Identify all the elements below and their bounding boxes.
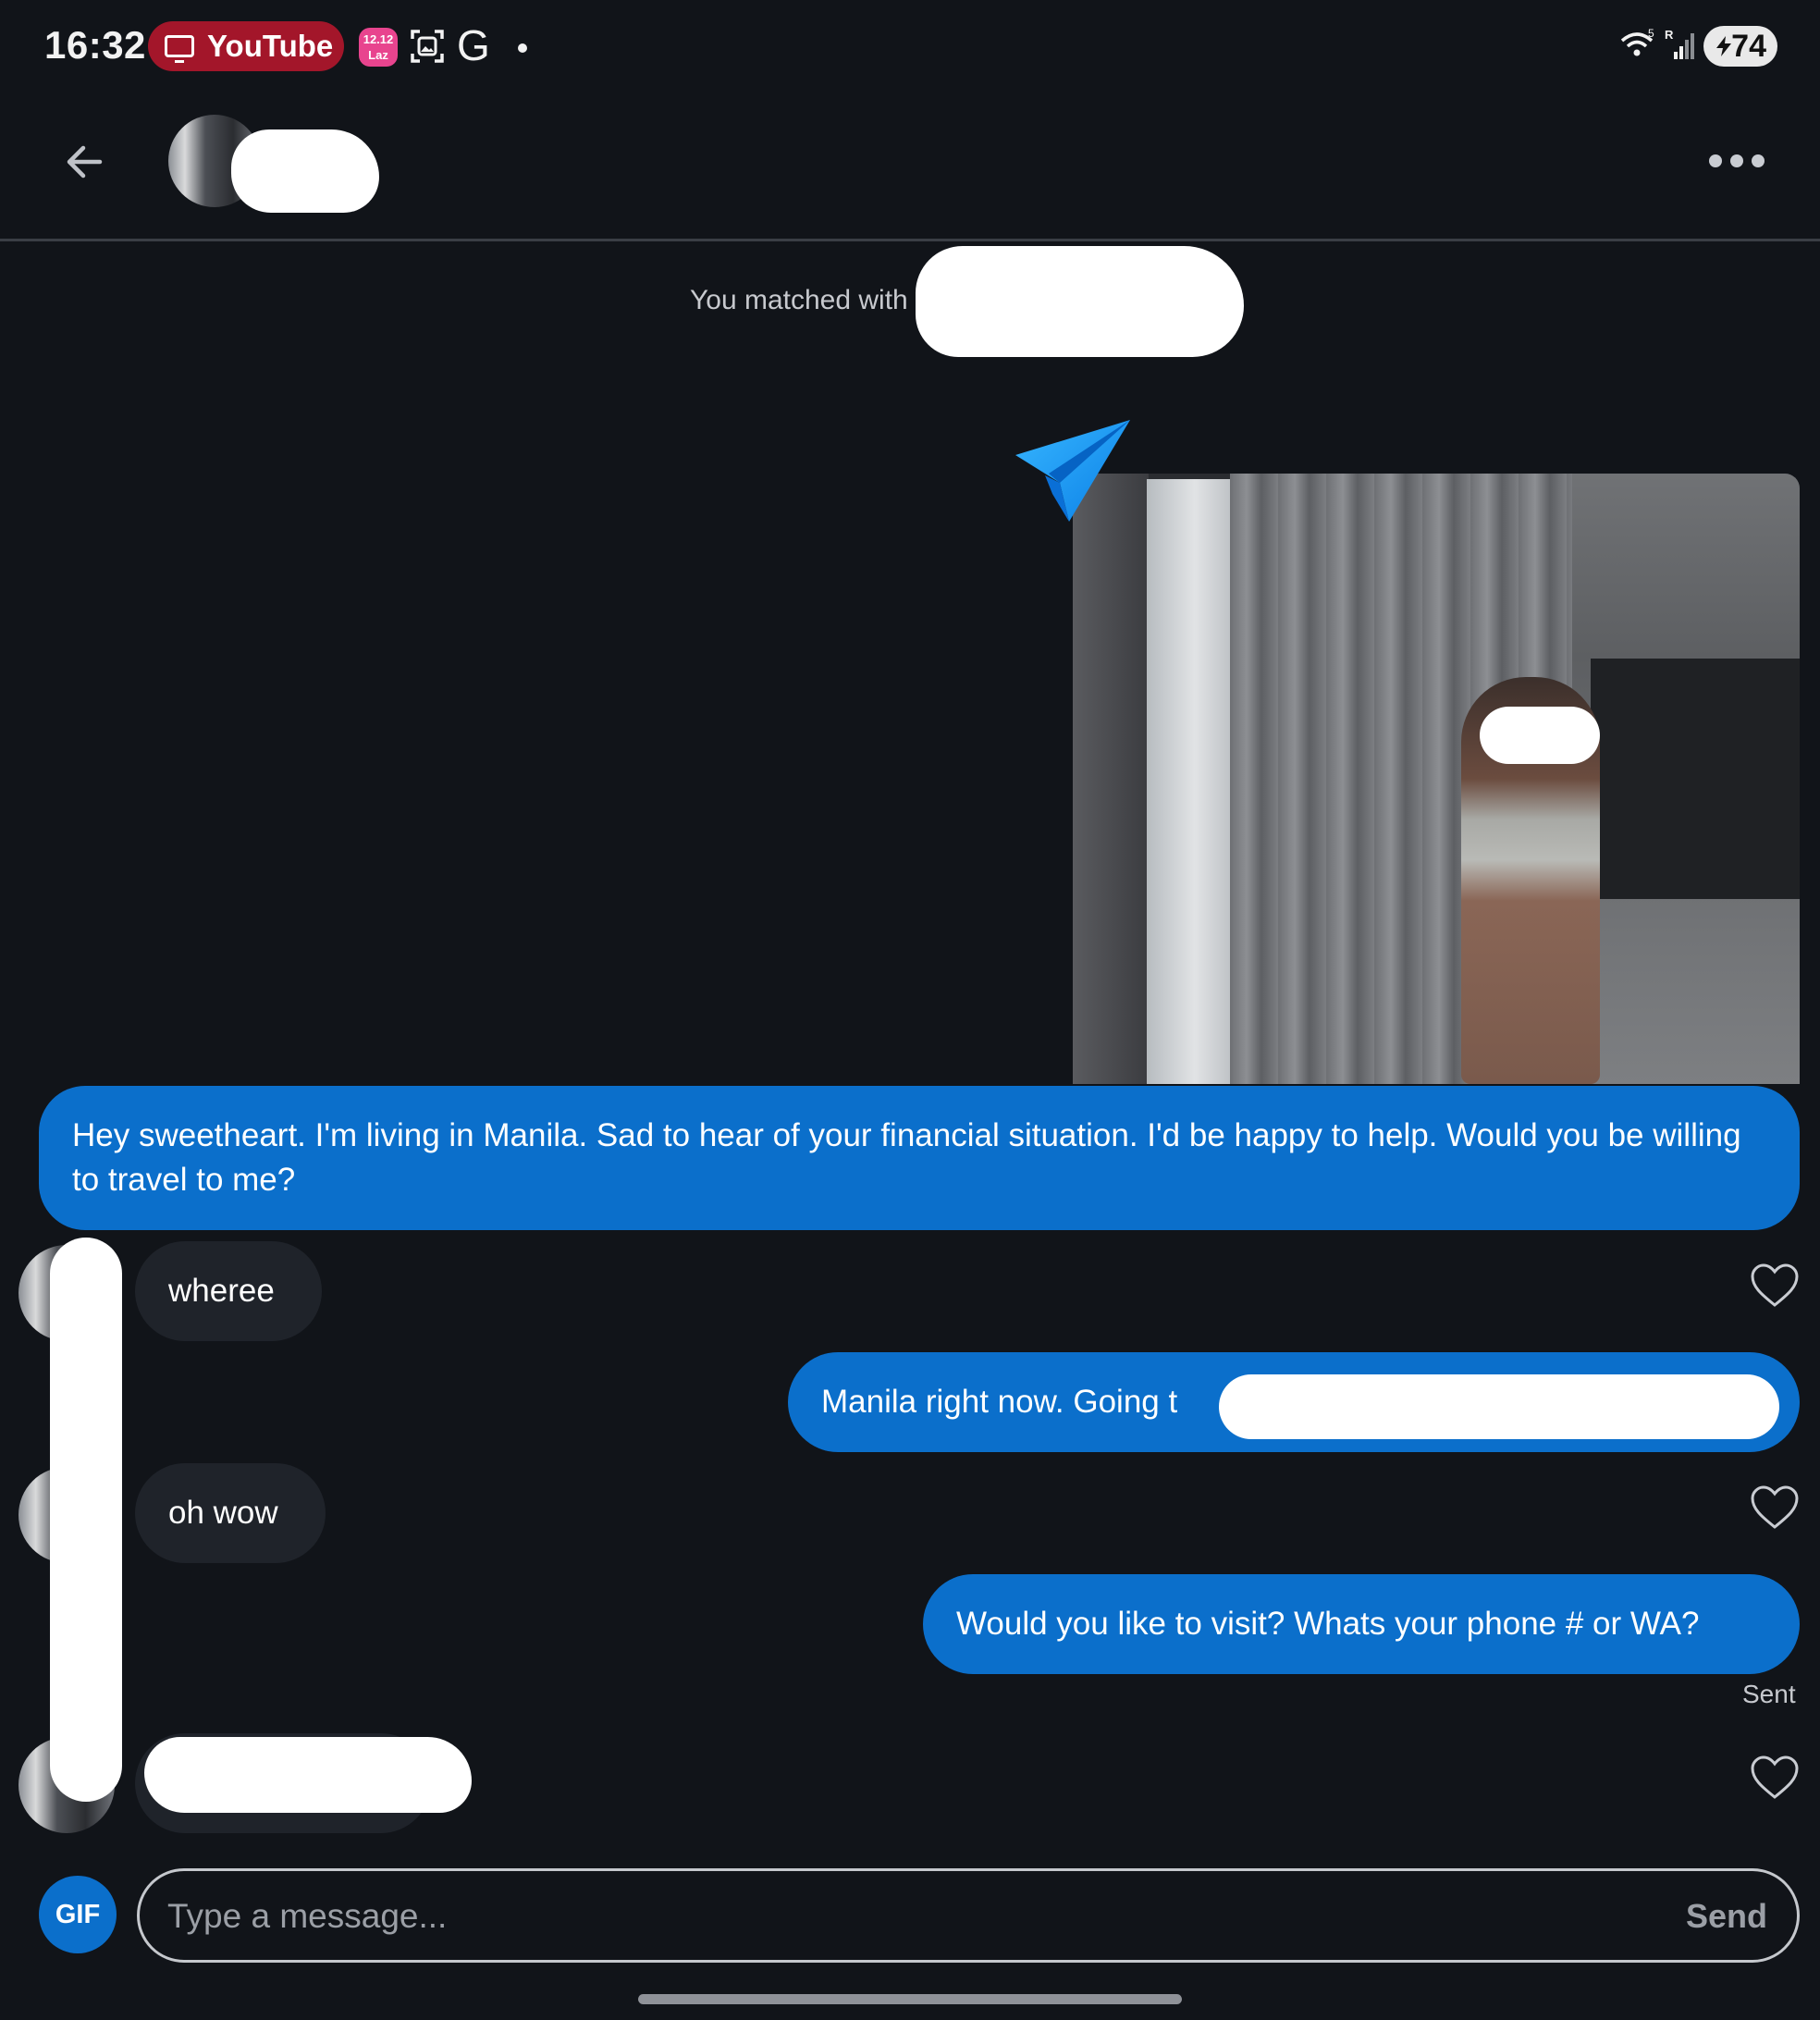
more-dot: [1709, 154, 1722, 167]
message-input[interactable]: Type a message... Send: [137, 1868, 1800, 1963]
wifi-gen-label: 5: [1648, 28, 1654, 40]
match-notice: You matched with: [690, 285, 908, 315]
roaming-label: R: [1665, 28, 1674, 42]
tv-icon: [165, 35, 194, 63]
outgoing-message[interactable]: Hey sweetheart. I'm living in Manila. Sa…: [39, 1086, 1800, 1230]
incoming-message[interactable]: oh wow: [135, 1463, 326, 1563]
face-redaction: [1480, 707, 1600, 764]
back-arrow-icon[interactable]: [59, 134, 115, 190]
message-placeholder: Type a message...: [167, 1897, 448, 1935]
heart-icon[interactable]: [1750, 1262, 1800, 1309]
lazada-short-text: Laz: [368, 48, 388, 62]
paper-plane-icon: [1015, 420, 1130, 522]
outgoing-message[interactable]: Would you like to visit? Whats your phon…: [923, 1574, 1800, 1674]
chat-header: [0, 92, 1820, 241]
more-dot: [1730, 154, 1743, 167]
more-dot: [1752, 154, 1765, 167]
photo-message[interactable]: [1073, 474, 1800, 1084]
lazada-icon: 12.12 Laz: [359, 28, 398, 67]
wifi-icon: 5: [1620, 28, 1654, 56]
heart-icon[interactable]: [1750, 1484, 1800, 1531]
incoming-message[interactable]: wheree: [135, 1241, 322, 1341]
youtube-return-pill[interactable]: YouTube: [148, 21, 344, 71]
message-redaction: [144, 1737, 472, 1813]
charging-bolt-icon: [1716, 36, 1731, 56]
home-indicator[interactable]: [638, 1994, 1182, 2004]
status-time: 16:32: [44, 23, 146, 67]
g-icon: G: [457, 21, 490, 69]
photo-detail: [1073, 474, 1149, 1084]
message-redaction: [1219, 1374, 1779, 1439]
contact-name-redaction: [231, 129, 379, 213]
notification-dot: [518, 43, 527, 53]
lazada-badge-text: 12.12: [363, 32, 394, 46]
message-status: Sent: [1742, 1680, 1796, 1708]
signal-icon: R: [1665, 28, 1694, 59]
more-icon[interactable]: [1709, 150, 1765, 172]
status-bar: 16:32 YouTube 12.12 Laz G 5 R 74: [0, 0, 1820, 92]
gif-button[interactable]: GIF: [39, 1876, 117, 1953]
avatar-redaction: [50, 1238, 122, 1802]
heart-icon[interactable]: [1750, 1755, 1800, 1801]
send-button[interactable]: Send: [1686, 1897, 1767, 1936]
screenshot-icon: [411, 30, 444, 63]
youtube-pill-label: YouTube: [207, 29, 334, 63]
match-name-redaction: [916, 246, 1244, 357]
chat-screen: 16:32 YouTube 12.12 Laz G 5 R 74 You mat…: [0, 0, 1820, 2020]
photo-detail: [1591, 659, 1800, 899]
battery-icon: 74: [1703, 26, 1777, 67]
battery-level: 74: [1731, 28, 1766, 64]
